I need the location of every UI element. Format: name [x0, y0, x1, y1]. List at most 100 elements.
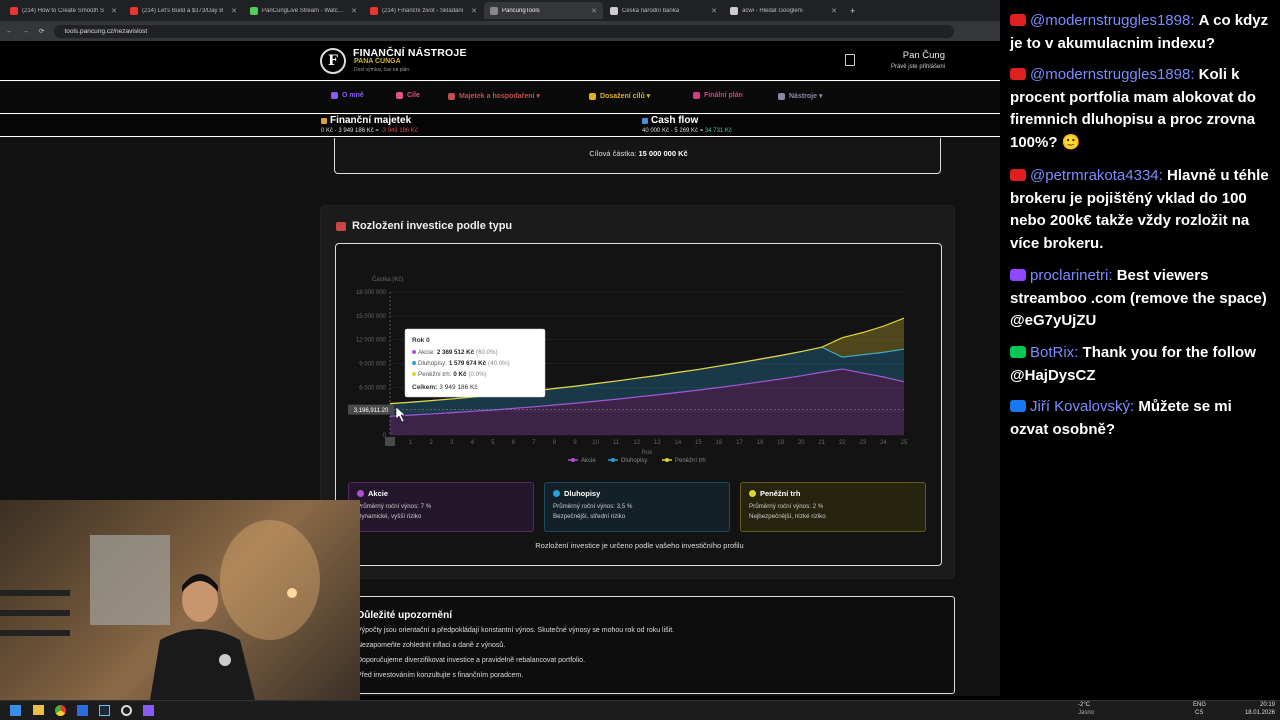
stream-chat: @modernstruggles1898: A co kdyz je to v …: [1000, 0, 1280, 700]
lang-primary[interactable]: ENG: [1193, 702, 1206, 708]
briefcase-icon: [336, 221, 346, 231]
chat-username[interactable]: @petrmrakota4334: [1030, 167, 1159, 184]
x-tick-label: 2: [429, 440, 433, 446]
close-icon[interactable]: ✕: [711, 7, 717, 15]
card-return: Průměrný roční výnos: 7 %: [357, 503, 432, 510]
chat-username[interactable]: BotRix: [1030, 344, 1074, 361]
browser-tab[interactable]: Česká národní banka ✕: [604, 2, 723, 19]
nav-item[interactable]: Nástroje ▾: [778, 92, 822, 100]
user-name[interactable]: Pan Čung: [880, 50, 945, 61]
platform-icon: [1010, 400, 1026, 412]
windows-taskbar: -2°C Jasno ENG CS 20:19 18.01.2026: [0, 700, 1280, 720]
browser-tab[interactable]: (214) Let's Build a $373/Day B ✕: [124, 2, 243, 19]
x-axis-label: Rok: [642, 450, 654, 456]
browser-tab[interactable]: PanCungLive Stream - Watch Li ✕: [244, 2, 363, 19]
close-icon[interactable]: ✕: [831, 7, 837, 15]
browser-address-bar: ← → ⟳ tools.pancung.cz/nezavislost: [0, 21, 1000, 41]
assets-title-label: Finanční majetek: [330, 115, 412, 126]
x-tick-label: 10: [592, 440, 599, 446]
cash-value-a: 40 000 Kč: [642, 128, 670, 134]
forward-icon[interactable]: →: [23, 28, 30, 35]
file-explorer-icon[interactable]: [33, 705, 44, 715]
card-title-text: Peněžní trh: [760, 489, 801, 498]
tooltip-total: Celkem: 3 949 186 Kč: [412, 384, 478, 391]
legend-label[interactable]: Akcie: [581, 458, 596, 464]
tooltip-name: Dluhopisy:: [418, 360, 447, 367]
tooltip-name: Peněžní trh:: [418, 371, 452, 378]
nav-item[interactable]: Dosažení cílů ▾: [589, 92, 650, 100]
chat-message: BotRix: Thank you for the follow @HajDys…: [1010, 344, 1256, 384]
card-return: Průměrný roční výnos: 2 %: [749, 503, 824, 510]
document-icon[interactable]: [845, 54, 855, 66]
close-icon[interactable]: ✕: [231, 7, 237, 15]
x-tick-label: 15: [695, 440, 702, 446]
browser-tab[interactable]: (214) Finanční život - Skládání ✕: [364, 2, 483, 19]
platform-icon: [1010, 346, 1026, 358]
steam-icon[interactable]: [99, 705, 110, 716]
x-tick-label: 17: [736, 440, 743, 446]
tooltip-dot: [412, 350, 416, 354]
app-icon[interactable]: [143, 705, 154, 716]
tab-favicon-icon: [490, 6, 498, 15]
tooltip-row: Akcie: 2 369 512 Kč (60.0%): [418, 349, 498, 356]
chat-message: @petrmrakota4334: Hlavně u téhle brokeru…: [1010, 167, 1269, 252]
cash-title: Cash flow: [642, 115, 698, 126]
section-title: Rozložení investice podle typu: [336, 220, 512, 232]
legend-label[interactable]: Peněžní trh: [675, 458, 706, 464]
logo-subtitle: PANA ČUNGA: [354, 58, 401, 65]
new-tab-icon[interactable]: +: [850, 6, 855, 16]
tab-favicon-icon: [610, 6, 618, 15]
nav-item[interactable]: Majetek a hospodaření ▾: [448, 92, 540, 100]
close-icon[interactable]: ✕: [591, 7, 597, 15]
chat-username[interactable]: @modernstruggles1898: [1030, 12, 1190, 29]
close-icon[interactable]: ✕: [111, 7, 117, 15]
nav-item[interactable]: O mně: [331, 92, 364, 99]
main-nav: O mně Cíle Majetek a hospodaření ▾ Dosažení…: [0, 82, 1000, 114]
nav-item-label: Nástroje ▾: [789, 93, 823, 100]
app-icon[interactable]: [77, 705, 88, 716]
chat-username[interactable]: proclarinetri: [1030, 267, 1108, 284]
tooltip-title: Rok 0: [412, 337, 430, 344]
assets-value-a: 0 Kč: [321, 128, 334, 134]
dot-icon: [749, 490, 756, 497]
browser-tab[interactable]: PancungTools ✕: [484, 2, 603, 19]
tooltip-name: Akcie:: [418, 349, 435, 356]
weather-temp[interactable]: -2°C: [1078, 702, 1090, 708]
obs-icon[interactable]: [121, 705, 132, 716]
nav-icon: [396, 92, 403, 99]
card-title: Dluhopisy: [553, 489, 721, 498]
tooltip-value: 1 579 674 Kč: [449, 360, 487, 367]
dot-icon: [357, 490, 364, 497]
nav-icon: [693, 92, 700, 99]
y-tick-label: 15 000 000: [356, 314, 387, 320]
chat-username[interactable]: @modernstruggles1898: [1030, 66, 1190, 83]
start-icon[interactable]: [10, 705, 21, 716]
legend-label[interactable]: Dluhopisy: [621, 458, 647, 464]
y-tick-label: 12 000 000: [356, 338, 387, 344]
tab-favicon-icon: [730, 6, 738, 15]
tab-title: (214) Finanční život - Skládání: [382, 7, 464, 14]
back-icon[interactable]: ←: [6, 28, 13, 35]
nav-item[interactable]: Cíle: [396, 92, 420, 99]
url-field[interactable]: tools.pancung.cz/nezavislost: [54, 24, 955, 38]
cash-value-b: 5 269 Kč: [674, 128, 699, 134]
card-return: Průměrný roční výnos: 3,5 %: [553, 503, 633, 510]
nav-item[interactable]: Finální plán: [693, 92, 743, 99]
card-risk: Dynamické, vyšší riziko: [357, 513, 422, 520]
chrome-icon[interactable]: [55, 705, 66, 716]
user-status: Právě jste přihlášeni: [890, 64, 945, 70]
logo-icon[interactable]: F: [320, 48, 346, 74]
nav-icon: [448, 92, 455, 100]
card-title-text: Dluhopisy: [564, 489, 601, 498]
browser-tab[interactable]: acwi - Hledat Googlem ✕: [724, 2, 843, 19]
close-icon[interactable]: ✕: [351, 7, 357, 15]
close-icon[interactable]: ✕: [471, 7, 477, 15]
reload-icon[interactable]: ⟳: [39, 27, 44, 35]
y-tick-label: 9 000 000: [359, 362, 386, 368]
chat-username[interactable]: Jiří Kovalovský: [1030, 398, 1130, 415]
cash-title-label: Cash flow: [651, 115, 699, 126]
tooltip-pct: (40.0%): [488, 360, 510, 367]
browser-tab[interactable]: (214) How to Create Smooth S ✕: [4, 2, 123, 19]
clock-time[interactable]: 20:19: [1250, 702, 1275, 708]
chat-message: @modernstruggles1898: A co kdyz je to v …: [1010, 12, 1269, 52]
